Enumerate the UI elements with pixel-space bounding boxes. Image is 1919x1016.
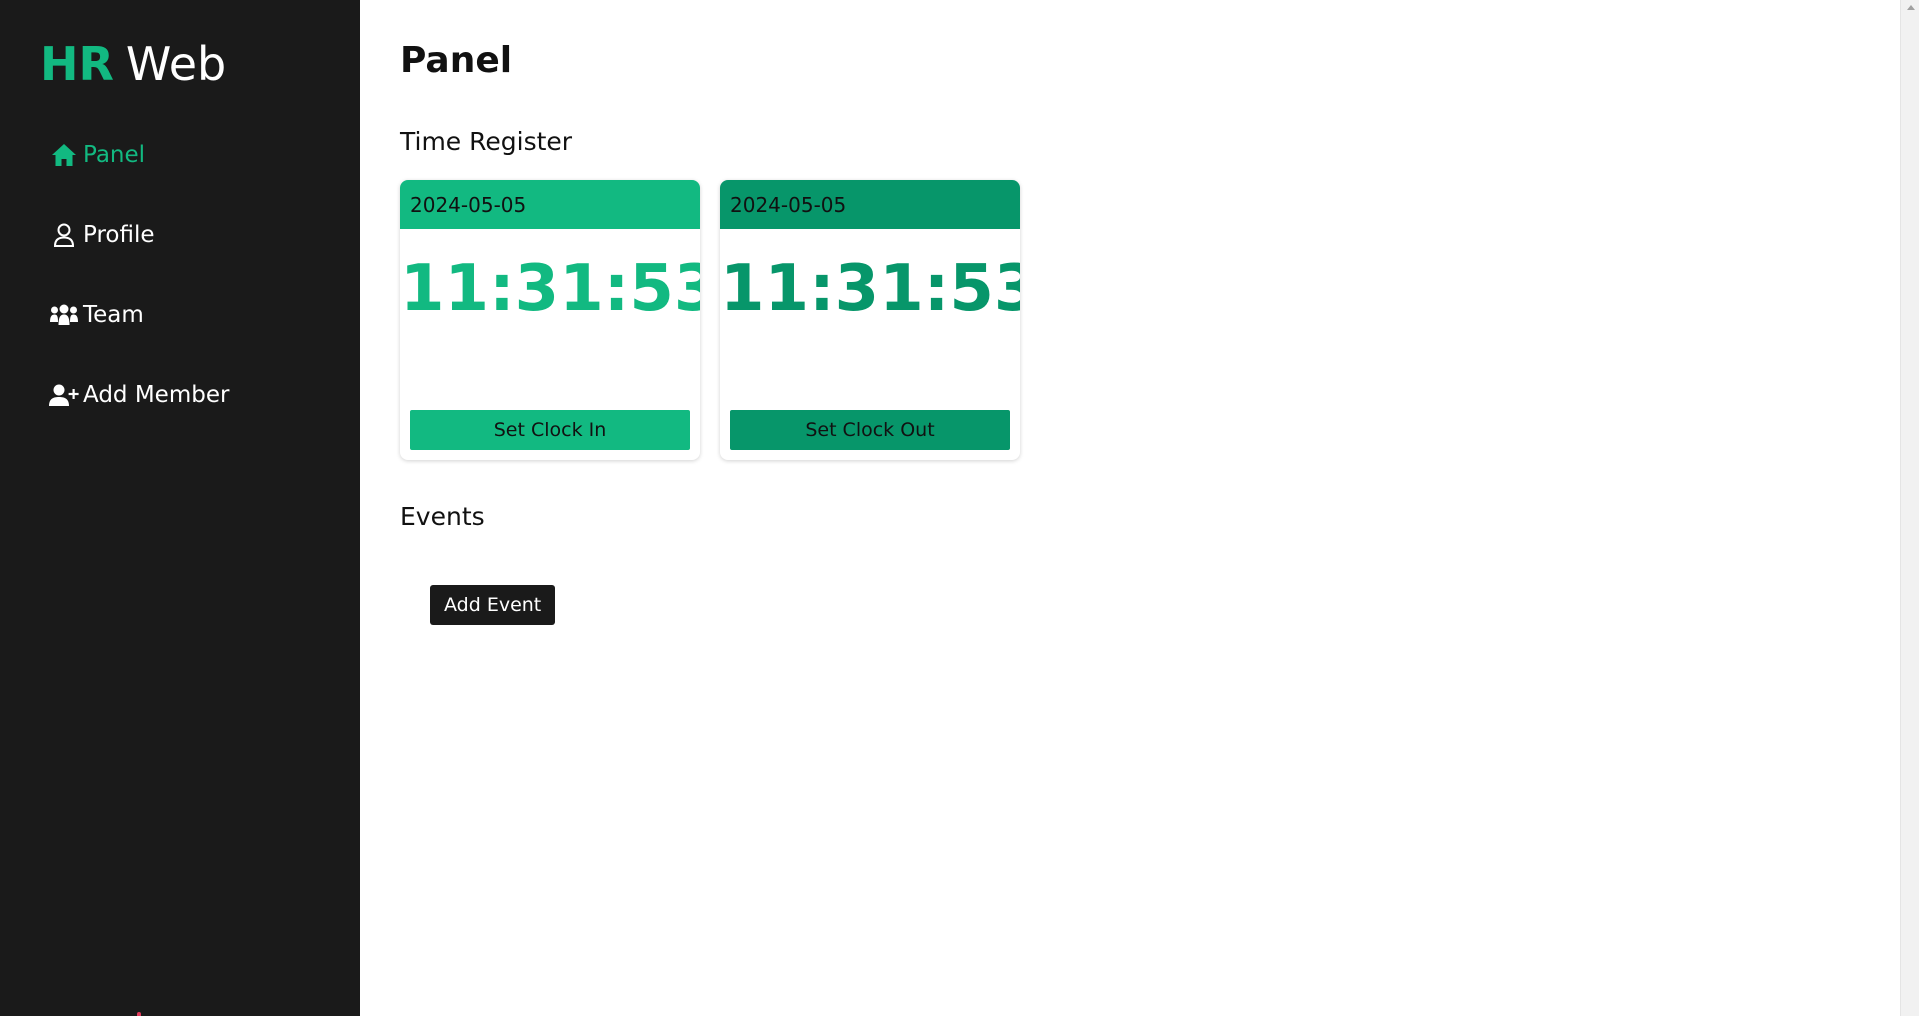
main-content: Panel Time Register 2024-05-05 11:31:53 … xyxy=(360,0,1900,1016)
events-heading: Events xyxy=(400,502,485,531)
team-icon xyxy=(49,301,79,329)
brand-rest-text: Web xyxy=(125,37,227,91)
sidebar-nav: Panel Profile Team Add Member xyxy=(49,135,349,455)
clock-in-time: 11:31:53 xyxy=(400,252,700,326)
brand-accent-text: HR xyxy=(40,37,114,91)
sidebar-item-profile[interactable]: Profile xyxy=(49,215,349,255)
sidebar-item-team[interactable]: Team xyxy=(49,295,349,335)
sidebar-item-label: Team xyxy=(83,302,144,328)
brand-logo[interactable]: HR Web xyxy=(40,34,226,94)
vertical-scrollbar[interactable] xyxy=(1900,0,1919,1016)
scroll-up-arrow-icon[interactable] xyxy=(1907,5,1915,10)
page-title: Panel xyxy=(400,40,513,81)
sidebar-item-panel[interactable]: Panel xyxy=(49,135,349,175)
corner-mark xyxy=(137,1012,141,1016)
sidebar-item-label: Panel xyxy=(83,142,146,168)
user-icon xyxy=(49,221,79,249)
set-clock-out-button[interactable]: Set Clock Out xyxy=(730,410,1010,450)
clock-in-date: 2024-05-05 xyxy=(400,180,700,229)
user-plus-icon xyxy=(49,381,79,409)
sidebar-item-add-member[interactable]: Add Member xyxy=(49,375,349,415)
clock-in-card: 2024-05-05 11:31:53 Set Clock In xyxy=(400,180,700,460)
clock-out-date: 2024-05-05 xyxy=(720,180,1020,229)
sidebar-item-label: Add Member xyxy=(83,382,230,408)
sidebar: HR Web Panel Profile Team Add Member xyxy=(0,0,360,1016)
app-window: HR Web Panel Profile Team Add Member Pan… xyxy=(0,0,1919,1016)
set-clock-in-button[interactable]: Set Clock In xyxy=(410,410,690,450)
clock-out-card: 2024-05-05 11:31:53 Set Clock Out xyxy=(720,180,1020,460)
time-register-heading: Time Register xyxy=(400,127,573,156)
sidebar-item-label: Profile xyxy=(83,222,155,248)
home-icon xyxy=(49,141,79,169)
clock-out-time: 11:31:53 xyxy=(720,252,1020,326)
add-event-button[interactable]: Add Event xyxy=(430,585,556,625)
